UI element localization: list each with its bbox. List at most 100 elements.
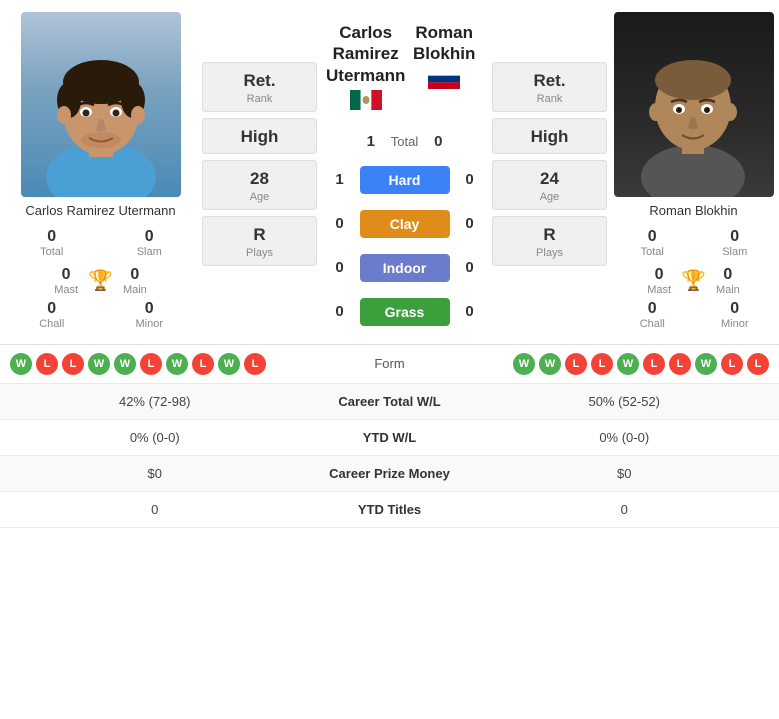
data-row-center: Career Prize Money (300, 466, 480, 481)
indoor-score-row: 0 Indoor 0 (326, 254, 483, 282)
hard-button[interactable]: Hard (360, 166, 450, 194)
total-score-left: 1 (363, 133, 379, 150)
total-score-row: 1 Total 0 (326, 133, 483, 150)
hard-score-left: 1 (332, 171, 348, 188)
left-player-stats: 0 Total 0 Slam 0 Mast 🏆 0 Main (8, 228, 193, 330)
form-badge: L (565, 353, 587, 375)
right-stat-mast: 0 Mast (647, 266, 671, 296)
right-age-card: 24 Age (492, 160, 607, 210)
right-player-block: Roman Blokhin 0 Total 0 Slam 0 Mast 🏆 (616, 12, 771, 330)
left-stat-minor: 0 Minor (106, 300, 194, 330)
center-scores-block: Carlos RamirezUtermann RomanBlokhin (326, 12, 483, 334)
left-rank-card: Ret. Rank (202, 62, 317, 112)
left-stat-total: 0 Total (8, 228, 96, 258)
left-player-name: Carlos Ramirez Utermann (25, 203, 175, 220)
form-badge: W (617, 353, 639, 375)
left-player-name-top: Carlos RamirezUtermann (326, 22, 405, 86)
right-flag (405, 69, 483, 94)
data-row-left: $0 (10, 466, 300, 481)
clay-score-left: 0 (332, 215, 348, 232)
clay-score-row: 0 Clay 0 (326, 210, 483, 238)
left-stat-mast: 0 Mast (54, 266, 78, 296)
form-badge: W (695, 353, 717, 375)
left-stat-main: 0 Main (123, 266, 147, 296)
data-row-left: 0% (0-0) (10, 430, 300, 445)
data-row-right: 0% (0-0) (480, 430, 770, 445)
form-badge: L (244, 353, 266, 375)
data-row-left: 0 (10, 502, 300, 517)
right-form-badges: WWLLWLLWLL (450, 353, 770, 375)
data-row-center: YTD Titles (300, 502, 480, 517)
form-label: Form (330, 356, 450, 371)
total-score-right: 0 (430, 133, 446, 150)
right-stat-minor: 0 Minor (699, 300, 772, 330)
grass-score-right: 0 (462, 303, 478, 320)
data-row-right: 50% (52-52) (480, 394, 770, 409)
clay-score-right: 0 (462, 215, 478, 232)
players-top-section: Carlos Ramirez Utermann 0 Total 0 Slam 0… (0, 0, 779, 334)
right-mast-trophy-row: 0 Mast 🏆 0 Main (616, 266, 771, 296)
left-player-block: Carlos Ramirez Utermann 0 Total 0 Slam 0… (8, 12, 193, 330)
form-badge: L (591, 353, 613, 375)
right-stat-chall: 0 Chall (616, 300, 689, 330)
right-stat-total: 0 Total (616, 228, 689, 258)
grass-score-row: 0 Grass 0 (326, 298, 483, 326)
grass-score-left: 0 (332, 303, 348, 320)
left-flag (326, 90, 405, 115)
bottom-data-row: 42% (72-98) Career Total W/L 50% (52-52) (0, 384, 779, 420)
form-badge: W (10, 353, 32, 375)
form-badge: W (539, 353, 561, 375)
bottom-data-row: 0 YTD Titles 0 (0, 492, 779, 528)
form-badge: L (669, 353, 691, 375)
right-player-photo (614, 12, 774, 197)
right-player-name-top: RomanBlokhin (405, 22, 483, 65)
grass-button[interactable]: Grass (360, 298, 450, 326)
form-badge: L (721, 353, 743, 375)
total-label: Total (391, 134, 418, 149)
form-badge: W (166, 353, 188, 375)
trophy-icon-right: 🏆 (681, 268, 706, 293)
hard-score-row: 1 Hard 0 (326, 166, 483, 194)
left-form-badges: WLLWWLWLWL (10, 353, 330, 375)
data-row-center: YTD W/L (300, 430, 480, 445)
left-stat-slam: 0 Slam (106, 228, 194, 258)
form-badge: W (88, 353, 110, 375)
hard-score-right: 0 (462, 171, 478, 188)
form-badge: L (747, 353, 769, 375)
clay-button[interactable]: Clay (360, 210, 450, 238)
left-age-card: 28 Age (202, 160, 317, 210)
right-rank-card: Ret. Rank (492, 62, 607, 112)
bottom-section: WLLWWLWLWL Form WWLLWLLWLL 42% (72-98) C… (0, 344, 779, 528)
form-badge: W (513, 353, 535, 375)
data-rows-container: 42% (72-98) Career Total W/L 50% (52-52)… (0, 384, 779, 528)
form-badge: L (643, 353, 665, 375)
left-plays-card: R Plays (202, 216, 317, 266)
right-stat-slam: 0 Slam (699, 228, 772, 258)
form-badge: L (62, 353, 84, 375)
form-badge: W (218, 353, 240, 375)
form-badge: L (36, 353, 58, 375)
form-badge: W (114, 353, 136, 375)
right-high-card: High (492, 118, 607, 154)
form-row: WLLWWLWLWL Form WWLLWLLWLL (0, 345, 779, 384)
data-row-right: $0 (480, 466, 770, 481)
indoor-score-right: 0 (462, 259, 478, 276)
left-middle-stats: Ret. Rank High 28 Age R Plays (197, 12, 322, 266)
right-middle-stats: Ret. Rank High 24 Age R Plays (487, 12, 612, 266)
main-container: Carlos Ramirez Utermann 0 Total 0 Slam 0… (0, 0, 779, 528)
right-player-stats: 0 Total 0 Slam 0 Mast 🏆 0 Main (616, 228, 771, 330)
form-badge: L (140, 353, 162, 375)
indoor-button[interactable]: Indoor (360, 254, 450, 282)
left-high-card: High (202, 118, 317, 154)
right-player-name: Roman Blokhin (649, 203, 737, 220)
data-row-left: 42% (72-98) (10, 394, 300, 409)
bottom-data-row: 0% (0-0) YTD W/L 0% (0-0) (0, 420, 779, 456)
form-badge: L (192, 353, 214, 375)
left-stat-chall: 0 Chall (8, 300, 96, 330)
indoor-score-left: 0 (332, 259, 348, 276)
right-stat-main: 0 Main (716, 266, 740, 296)
left-mast-trophy-row: 0 Mast 🏆 0 Main (8, 266, 193, 296)
data-row-right: 0 (480, 502, 770, 517)
trophy-icon-left: 🏆 (88, 268, 113, 293)
right-plays-card: R Plays (492, 216, 607, 266)
